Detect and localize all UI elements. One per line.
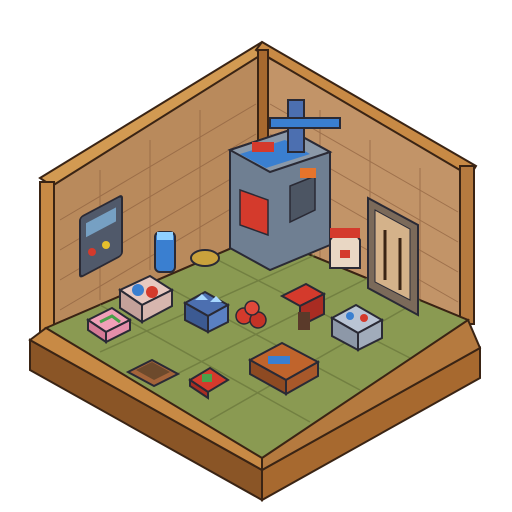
pressure-plate-icon [190,249,220,267]
blue-canister[interactable] [154,231,176,273]
canister-icon [154,231,176,273]
isometric-room-scene [0,0,512,512]
robot-helmet-icon [329,228,361,269]
room-canvas [28,40,482,502]
right-wall-post [459,165,475,325]
robot-helmet[interactable] [329,228,361,269]
floor-button[interactable] [190,249,220,267]
left-wall-post [39,181,55,335]
